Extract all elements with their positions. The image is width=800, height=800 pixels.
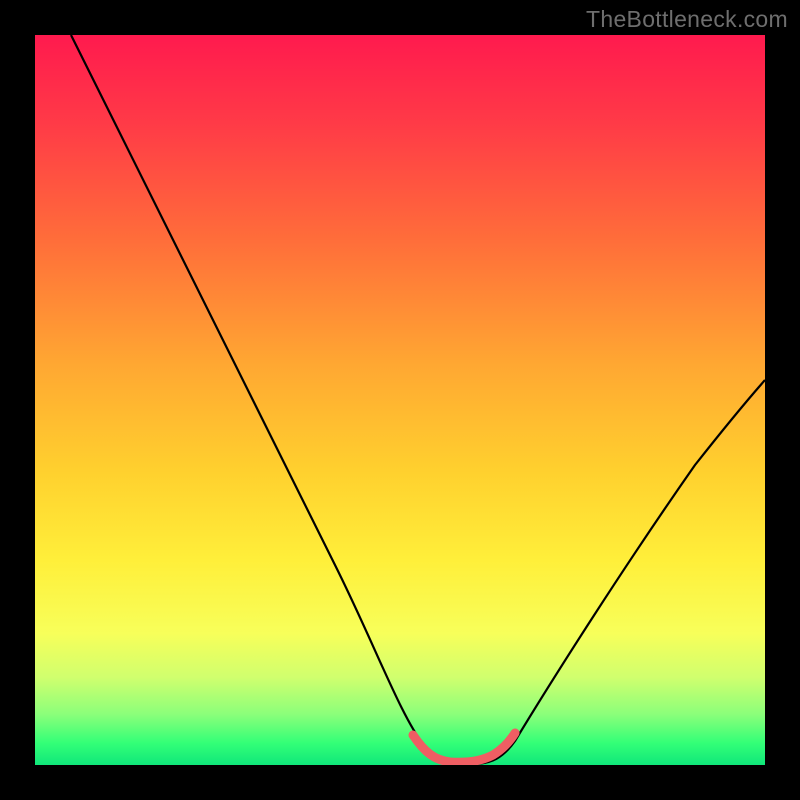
curve-layer <box>35 35 765 765</box>
watermark-text: TheBottleneck.com <box>586 6 788 33</box>
main-curve <box>71 35 765 764</box>
plot-area <box>35 35 765 765</box>
chart-frame: TheBottleneck.com <box>0 0 800 800</box>
